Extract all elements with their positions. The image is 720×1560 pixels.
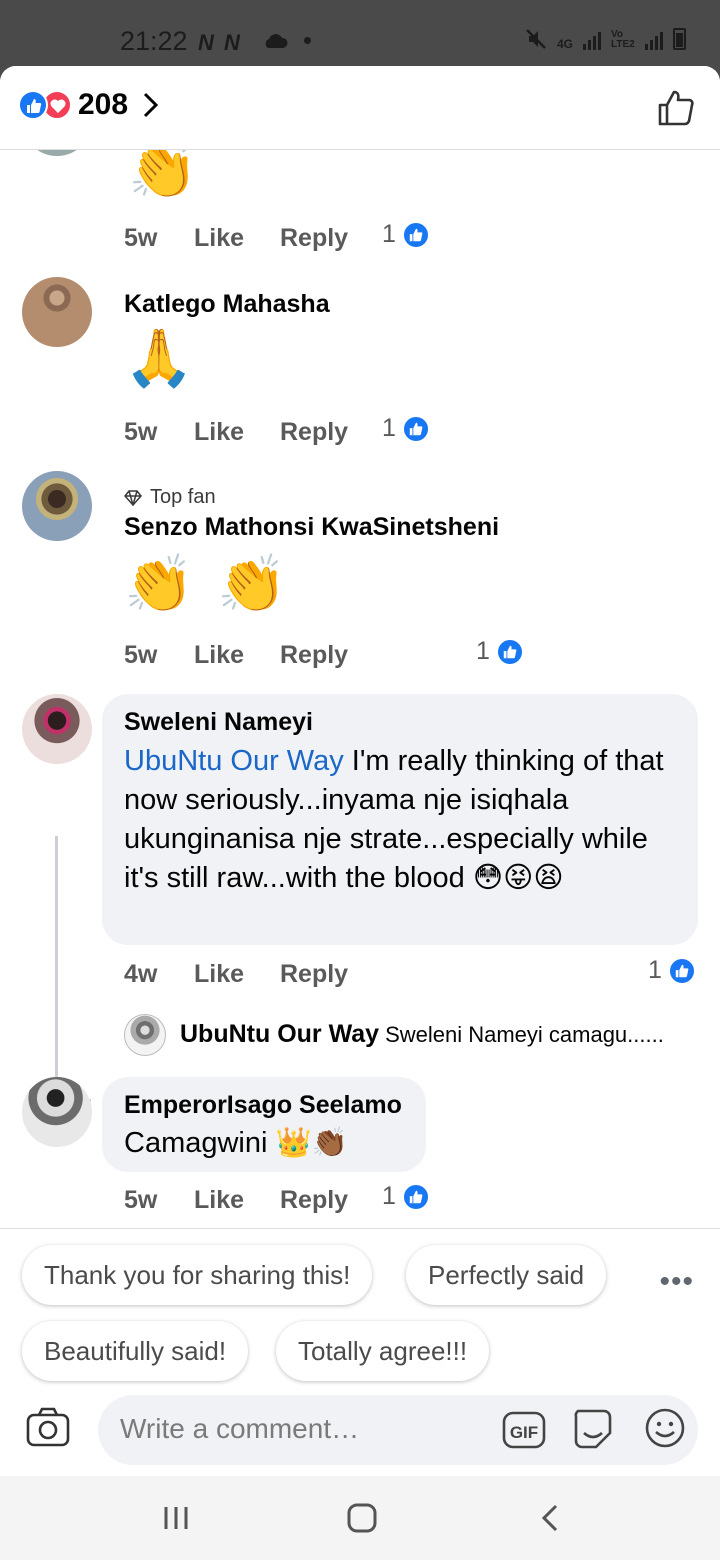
like-button[interactable]: Like [194, 641, 280, 670]
like-badge-icon [667, 956, 696, 985]
comment-emoji: 👏 👏 [124, 552, 292, 615]
like-outline-icon[interactable] [656, 88, 696, 128]
camera-icon[interactable] [26, 1407, 70, 1447]
diamond-icon [124, 489, 142, 506]
like-badge-icon [401, 414, 430, 443]
like-count: 1 [382, 220, 396, 248]
reply-button[interactable]: Reply [280, 418, 380, 447]
reaction-count: 208 [78, 88, 129, 121]
emoji-icon[interactable] [644, 1407, 686, 1449]
avatar[interactable] [22, 1077, 92, 1147]
comment-actions: 5w Like Reply [124, 641, 380, 670]
like-button[interactable]: Like [194, 224, 280, 253]
like-button[interactable]: Like [194, 418, 280, 447]
sticker-icon[interactable] [572, 1407, 614, 1451]
status-time: 21:22 [120, 26, 188, 56]
comment-author[interactable]: Katlego Mahasha [124, 290, 330, 319]
cloud-icon [265, 34, 288, 48]
comment-time[interactable]: 4w [124, 960, 194, 989]
notification-icons: N N [198, 30, 242, 55]
comment-author[interactable]: EmperorIsago Seelamo [124, 1091, 402, 1120]
comment-emoji: 🙏 [124, 326, 194, 389]
comment-actions: 5w Like Reply [124, 1186, 380, 1215]
comment-like-count[interactable]: 1 [382, 220, 430, 249]
comment-like-count[interactable]: 1 [476, 637, 524, 666]
signal-2-icon [645, 30, 663, 50]
avatar[interactable] [22, 471, 92, 541]
comments-sheet: 208 👏 5w Like Reply 1 Katlego Mahasha 🙏 … [0, 66, 720, 1476]
reactions-summary[interactable]: 208 [18, 88, 160, 122]
comment-actions: 5w Like Reply [124, 224, 380, 253]
like-reaction-icon [18, 90, 48, 120]
network-volte: Vo LTE2 [611, 29, 635, 50]
quick-reply-chip[interactable]: Perfectly said [406, 1245, 607, 1305]
quick-reply-chip[interactable]: Thank you for sharing this! [22, 1245, 373, 1305]
reply-author[interactable]: UbuNtu Our Way [180, 1020, 379, 1048]
comment-placeholder: Write a comment… [120, 1413, 360, 1444]
home-icon[interactable] [346, 1502, 378, 1534]
reply-preview[interactable]: UbuNtu Our Way Sweleni Nameyi camagu.....… [180, 1020, 664, 1049]
comment-emoji: 👏 [128, 150, 198, 201]
like-count: 1 [382, 1182, 396, 1210]
avatar[interactable] [22, 694, 92, 764]
like-badge-icon [495, 637, 524, 666]
sheet-header: 208 [0, 66, 720, 150]
gif-label: GIF [510, 1423, 538, 1442]
like-count: 1 [648, 956, 662, 984]
comment-time[interactable]: 5w [124, 418, 194, 447]
comment-bubble[interactable]: EmperorIsago Seelamo Camagwini 👑👏🏾 [102, 1077, 426, 1172]
mention-link[interactable]: UbuNtu Our Way [124, 745, 344, 777]
comment-author[interactable]: Senzo Mathonsi KwaSinetsheni [124, 513, 499, 542]
system-nav-bar [0, 1476, 720, 1560]
dot-icon [304, 37, 311, 44]
comment-time[interactable]: 5w [124, 641, 194, 670]
back-icon[interactable] [536, 1502, 568, 1534]
like-badge-icon [401, 220, 430, 249]
network-4g: 4G [556, 37, 573, 51]
reply-button[interactable]: Reply [280, 960, 380, 989]
like-button[interactable]: Like [194, 1186, 280, 1215]
comment-actions: 4w Like Reply [124, 960, 380, 989]
top-fan-label: Top fan [150, 486, 216, 508]
reply-button[interactable]: Reply [280, 224, 380, 253]
like-button[interactable]: Like [194, 960, 280, 989]
comment-author[interactable]: Sweleni Nameyi [124, 708, 313, 737]
battery-icon [673, 28, 686, 50]
comment-like-count[interactable]: 1 [382, 1182, 430, 1211]
comment-bubble[interactable]: Sweleni Nameyi UbuNtu Our Way I'm really… [102, 694, 698, 945]
comment-actions: 5w Like Reply [124, 418, 380, 447]
reply-button[interactable]: Reply [280, 641, 380, 670]
reply-avatar[interactable] [124, 1014, 166, 1056]
like-count: 1 [476, 637, 490, 665]
reply-button[interactable]: Reply [280, 1186, 380, 1215]
quick-reply-chip[interactable]: Totally agree!!! [276, 1321, 490, 1381]
comment-like-count[interactable]: 1 [648, 956, 696, 985]
comments-feed: 👏 5w Like Reply 1 Katlego Mahasha 🙏 5w L… [0, 150, 720, 1230]
comment-text: UbuNtu Our Way I'm really thinking of th… [124, 742, 684, 898]
comment-input[interactable]: Write a comment… GIF [98, 1395, 698, 1465]
like-badge-icon [401, 1182, 430, 1211]
comment-like-count[interactable]: 1 [382, 414, 430, 443]
mute-icon [526, 29, 546, 49]
more-options-icon[interactable]: ••• [659, 1265, 694, 1299]
chevron-right-icon [144, 92, 159, 118]
signal-icon [583, 30, 601, 50]
avatar[interactable] [22, 277, 92, 347]
reply-text: Sweleni Nameyi camagu...... [385, 1022, 664, 1047]
avatar[interactable] [22, 150, 92, 156]
top-fan-badge: Top fan [124, 486, 216, 509]
recent-apps-icon[interactable] [160, 1502, 192, 1534]
comment-composer-area: Thank you for sharing this! Perfectly sa… [0, 1228, 720, 1476]
status-right: 4G Vo LTE2 [525, 28, 686, 50]
like-count: 1 [382, 414, 396, 442]
gif-icon[interactable]: GIF [502, 1409, 546, 1451]
quick-reply-chip[interactable]: Beautifully said! [22, 1321, 249, 1381]
thread-connector [55, 836, 91, 1102]
comment-time[interactable]: 5w [124, 1186, 194, 1215]
comment-time[interactable]: 5w [124, 224, 194, 253]
comment-text: Camagwini 👑👏🏾 [124, 1127, 348, 1159]
